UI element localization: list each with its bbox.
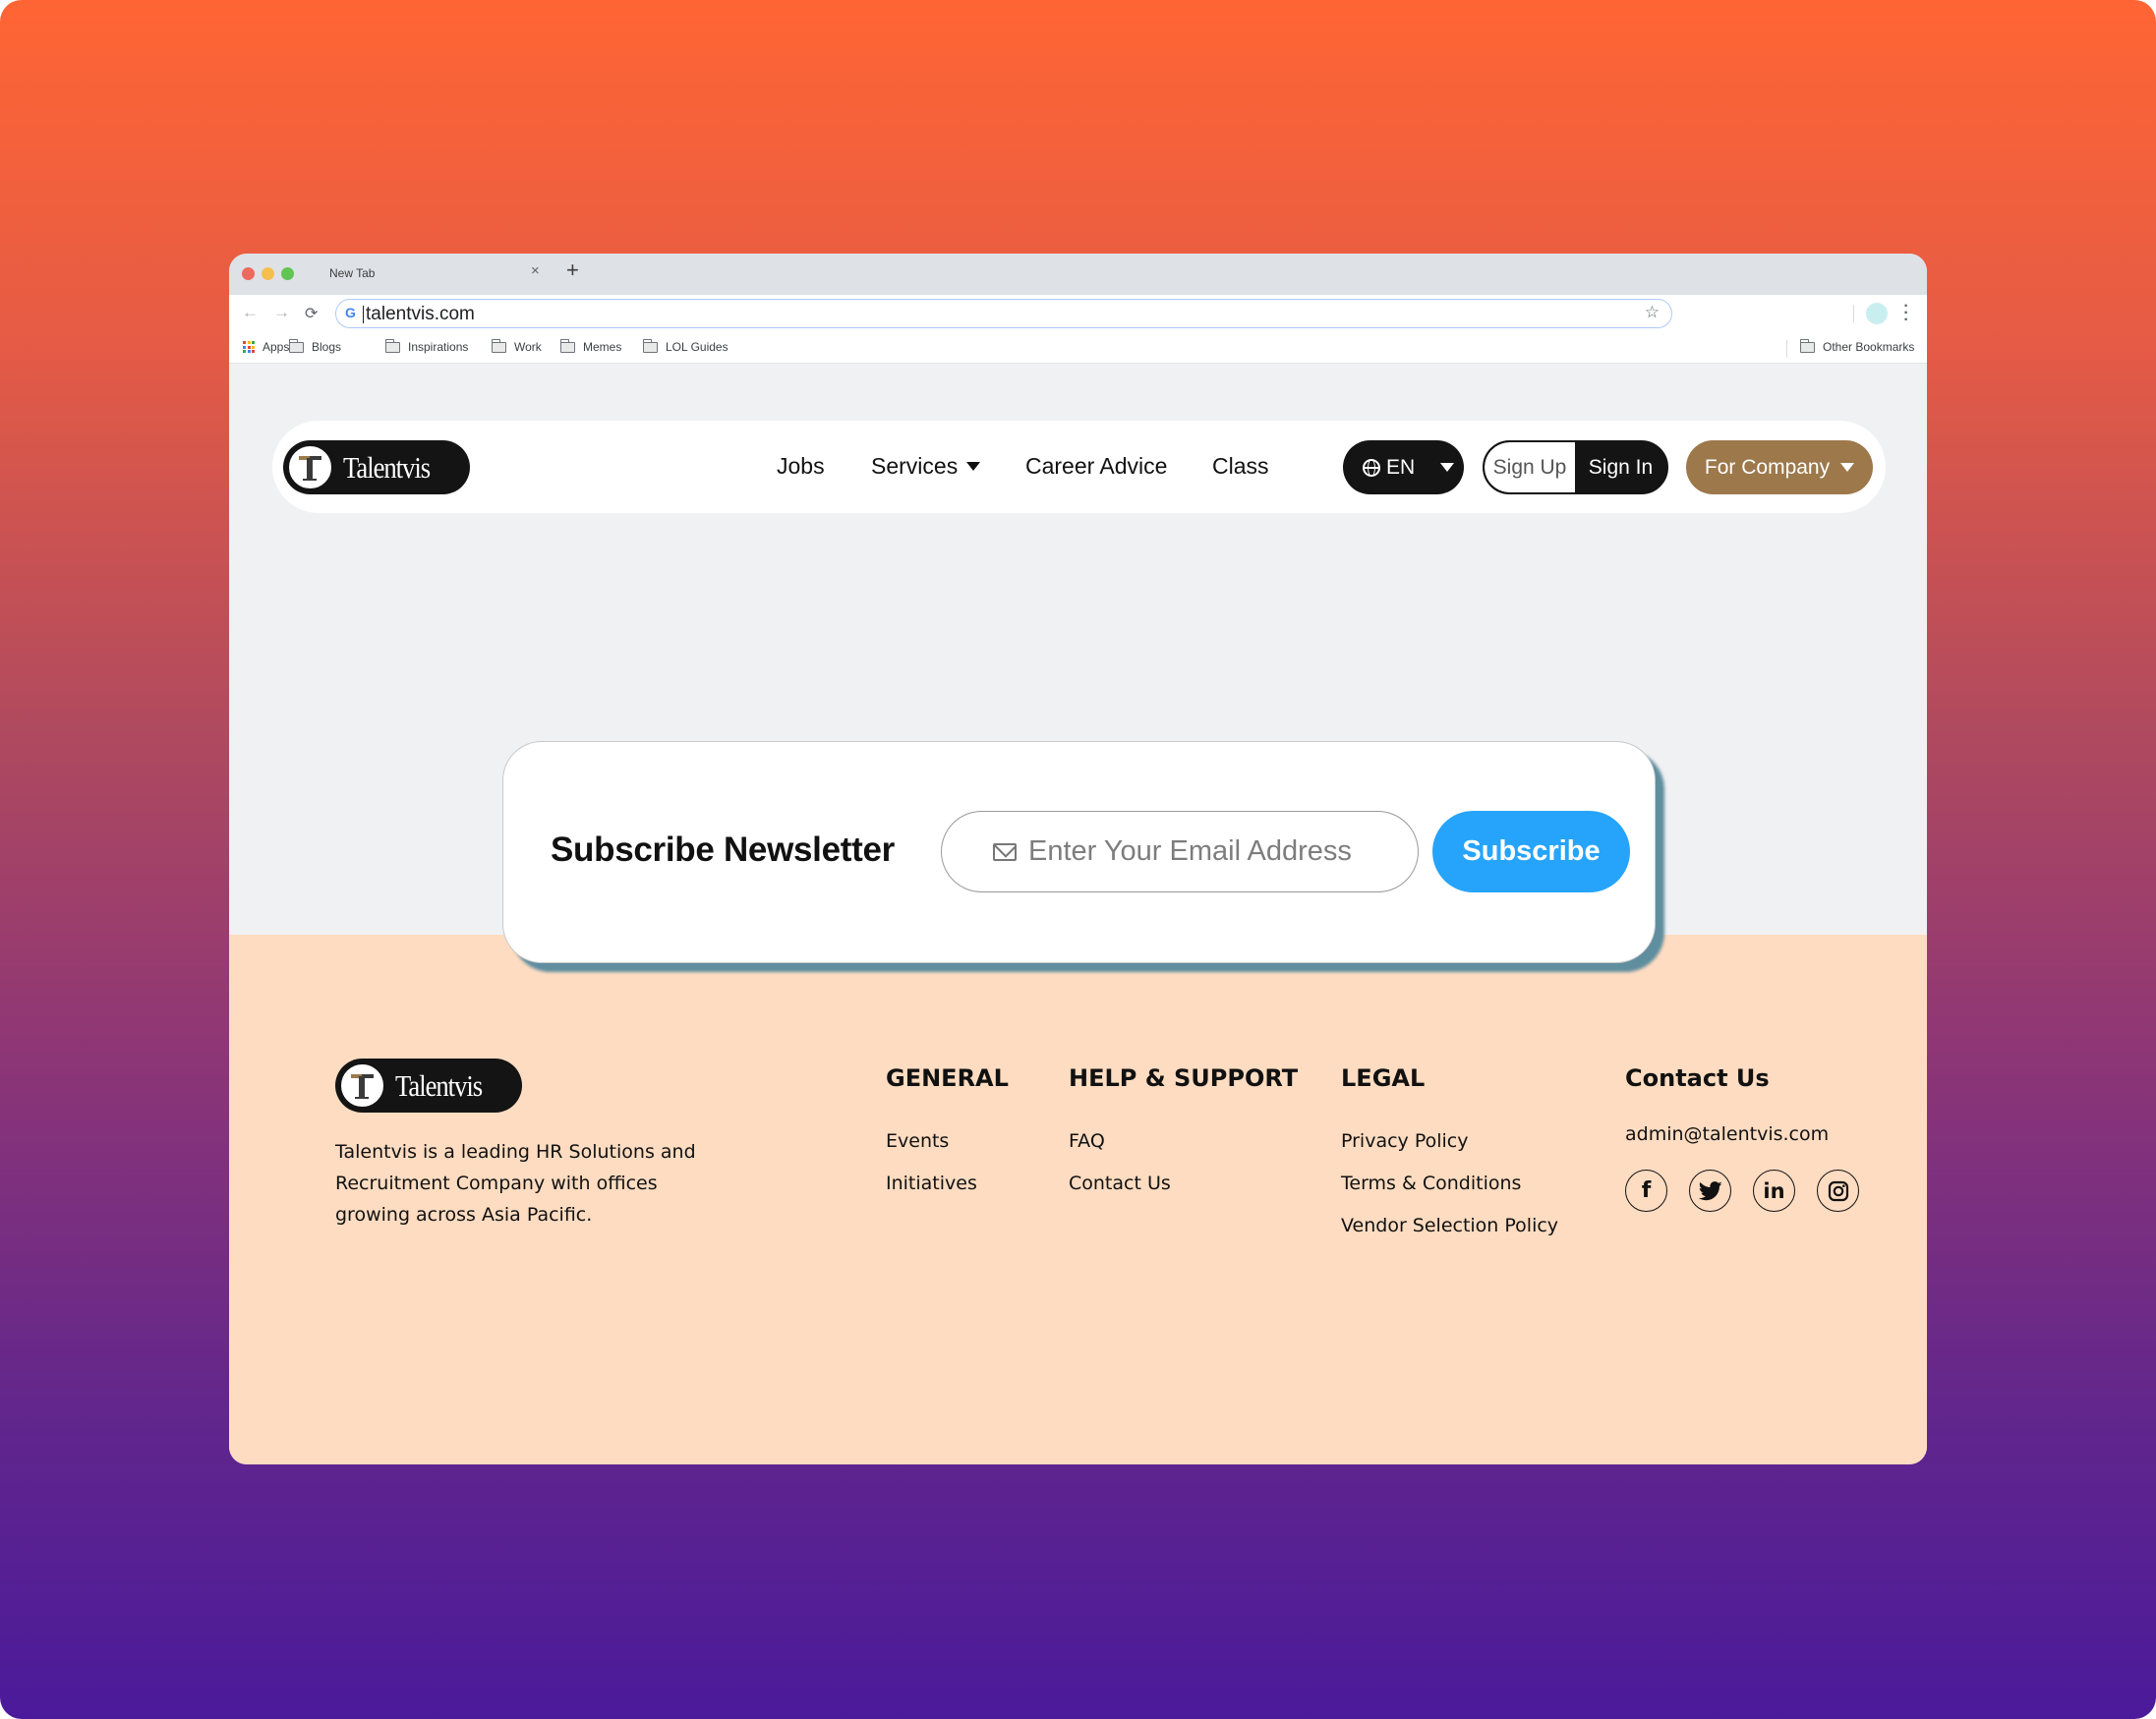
address-bar[interactable]: G talentvis.com ☆ [335,299,1672,328]
toolbar-divider [1853,305,1854,322]
tab-close-icon[interactable]: × [531,262,540,279]
back-icon[interactable]: ← [242,303,259,322]
apps-grid-icon [243,341,255,353]
nav-jobs[interactable]: Jobs [777,453,825,480]
bookmark-label: Memes [583,340,622,354]
brand-name: Talentvis [395,1067,483,1103]
newsletter-card: Subscribe Newsletter Subscribe [502,741,1656,963]
folder-icon [1799,338,1815,353]
forward-icon[interactable]: → [273,303,290,322]
browser-window: New Tab × + ← → ⟳ G talentvis.com ☆ · · · … [229,254,1927,1464]
facebook-icon[interactable]: f [1625,1170,1667,1212]
instagram-icon[interactable] [1817,1170,1859,1212]
chevron-down-icon [966,462,981,471]
footer-brand-logo[interactable]: Talentvis [335,1059,522,1113]
nav-career-advice[interactable]: Career Advice [1025,453,1167,480]
tab-bar: New Tab × + [229,254,1927,295]
company-description: Talentvis is a leading HR Solutions and … [335,1141,696,1226]
footer-link-initiatives[interactable]: Initiatives [886,1173,977,1194]
footer-heading-legal: LEGAL [1341,1064,1426,1092]
folder-icon [384,338,400,353]
close-window-button[interactable] [242,267,255,280]
footer-link-faq[interactable]: FAQ [1069,1130,1105,1152]
bookmark-inspirations[interactable]: Inspirations [384,338,469,354]
folder-icon [491,338,506,353]
mail-icon [993,842,1017,861]
twitter-bird-glyph [1698,1180,1722,1200]
bookmark-label: Inspirations [408,340,469,354]
subscribe-button[interactable]: Subscribe [1432,811,1630,892]
bookmark-memes[interactable]: Memes [559,338,622,354]
folder-icon [642,338,658,353]
footer-link-privacy[interactable]: Privacy Policy [1341,1130,1468,1152]
bookmark-label: LOL Guides [666,340,728,354]
for-company-label: For Company [1704,455,1831,479]
bookmarks-bar: Apps Blogs Inspirations Work Memes LOL G… [229,334,1927,364]
footer-link-vendor-policy[interactable]: Vendor Selection Policy [1341,1215,1558,1236]
folder-icon [288,338,304,353]
linkedin-icon[interactable]: in [1753,1170,1795,1212]
nav-class[interactable]: Class [1212,453,1269,480]
site-footer: Talentvis Talentvis is a leading HR Solu… [229,935,1927,1464]
footer-heading-help: HELP & SUPPORT [1069,1064,1299,1092]
bookmark-star-icon[interactable]: ☆ [1645,303,1660,322]
tab-title[interactable]: New Tab [329,266,375,280]
logo-t-icon [339,1062,385,1109]
brand-logo[interactable]: Talentvis [283,440,470,494]
footer-link-terms[interactable]: Terms & Conditions [1341,1173,1521,1194]
twitter-icon[interactable] [1689,1170,1731,1212]
sign-up-button[interactable]: Sign Up [1485,442,1575,492]
site-header: Talentvis Jobs Services Career Advice Cl… [272,421,1886,513]
globe-icon [1363,458,1380,477]
bookmark-apps[interactable]: Apps [243,340,289,354]
maximize-window-button[interactable] [281,267,294,280]
footer-heading-general: GENERAL [886,1064,1009,1092]
language-label: EN [1386,455,1416,479]
contact-email-link[interactable]: admin@talentvis.com [1625,1123,1829,1145]
reload-icon[interactable]: ⟳ [305,304,318,323]
more-menu-icon[interactable]: · · · [1903,299,1909,328]
language-selector[interactable]: EN [1343,440,1464,494]
bookmark-label: Other Bookmarks [1823,340,1915,354]
folder-icon [559,338,575,353]
nav-services-label: Services [871,453,959,479]
bookmark-label: Blogs [312,340,342,354]
bookmarks-divider [1786,340,1787,358]
email-field[interactable] [941,811,1419,892]
bookmark-work[interactable]: Work [491,338,542,354]
bookmark-label: Apps [262,340,290,354]
sign-in-button[interactable]: Sign In [1575,442,1666,492]
nav-services[interactable]: Services [871,453,981,480]
email-input[interactable] [1028,835,1382,868]
profile-avatar[interactable] [1866,303,1888,324]
instagram-glyph [1828,1180,1848,1201]
new-tab-icon[interactable]: + [566,258,579,283]
footer-link-events[interactable]: Events [886,1130,949,1152]
chevron-down-icon [1440,463,1455,472]
footer-heading-contact: Contact Us [1625,1064,1770,1092]
footer-link-contact-us[interactable]: Contact Us [1069,1173,1171,1194]
logo-t-icon [287,444,333,490]
url-text[interactable]: talentvis.com [363,304,475,325]
for-company-button[interactable]: For Company [1686,440,1873,494]
minimize-window-button[interactable] [262,267,274,280]
bookmark-label: Work [514,340,542,354]
auth-toggle: Sign Up Sign In [1483,440,1668,494]
bookmark-other[interactable]: Other Bookmarks [1799,338,1915,354]
address-row: ← → ⟳ G talentvis.com ☆ · · · [229,295,1927,334]
google-icon: G [345,305,356,320]
bookmark-blogs[interactable]: Blogs [288,338,342,354]
bookmark-lol-guides[interactable]: LOL Guides [642,338,728,354]
chevron-down-icon [1840,463,1855,472]
newsletter-title: Subscribe Newsletter [551,831,895,869]
brand-name: Talentvis [343,449,431,485]
